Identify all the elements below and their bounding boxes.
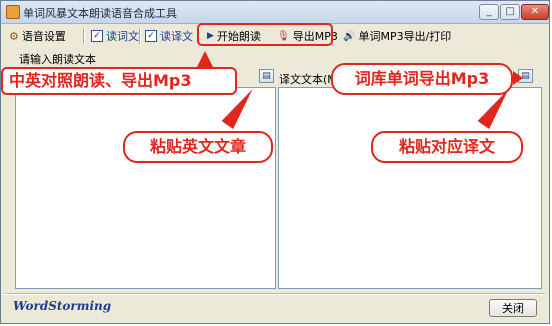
- read-source-checkbox[interactable]: ✓: [91, 30, 103, 42]
- word-mp3-export-print-label: 单词MP3导出/打印: [358, 30, 452, 43]
- paste-source-button[interactable]: ▤: [259, 69, 274, 83]
- voice-settings-button[interactable]: ⚙ 语音设置: [9, 27, 66, 45]
- callout-arrow-icon: [513, 71, 523, 85]
- title-bar[interactable]: 单词风暴文本朗读语音合成工具 _ □ ✕: [1, 1, 549, 24]
- word-library-callout: 词库单词导出Mp3: [331, 63, 513, 95]
- voice-settings-icon: ⚙: [9, 29, 19, 43]
- read-translation-toggle[interactable]: ✓ 读译文: [145, 27, 193, 45]
- paste-english-callout: 粘贴英文文章: [123, 131, 273, 163]
- read-translation-checkbox[interactable]: ✓: [145, 30, 157, 42]
- brand-logo: WordStorming: [13, 299, 112, 313]
- read-source-label: 读词文: [106, 30, 139, 43]
- left-pane-label: 请输入朗读文本: [19, 53, 96, 66]
- app-window: 单词风暴文本朗读语音合成工具 _ □ ✕ ⚙ 语音设置 ✓ 读词文 ✓ 读译文 …: [0, 0, 550, 324]
- close-button[interactable]: 关闭: [489, 299, 537, 317]
- toolbar-highlight-frame: [197, 23, 333, 46]
- word-mp3-export-print-button[interactable]: 🔊 单词MP3导出/打印: [343, 27, 451, 45]
- toolbar-separator: [83, 28, 85, 44]
- paste-translation-callout: 粘贴对应译文: [371, 131, 523, 163]
- bilingual-callout: 中英对照朗读、导出Mp3: [1, 67, 237, 95]
- close-window-button[interactable]: ✕: [521, 4, 549, 20]
- maximize-button[interactable]: □: [500, 4, 520, 20]
- window-title: 单词风暴文本朗读语音合成工具: [23, 7, 177, 20]
- app-icon: [6, 5, 20, 19]
- read-source-toggle[interactable]: ✓ 读词文: [91, 27, 139, 45]
- read-translation-label: 读译文: [160, 30, 193, 43]
- translation-text-area[interactable]: [278, 87, 542, 289]
- minimize-button[interactable]: _: [479, 4, 499, 20]
- speaker-icon: 🔊: [343, 30, 356, 42]
- callout-arrow-icon: [197, 51, 213, 67]
- paste-icon: ▤: [262, 71, 271, 81]
- footer-divider: [5, 293, 545, 295]
- toolbar-separator: [139, 28, 141, 44]
- voice-settings-label: 语音设置: [21, 30, 66, 43]
